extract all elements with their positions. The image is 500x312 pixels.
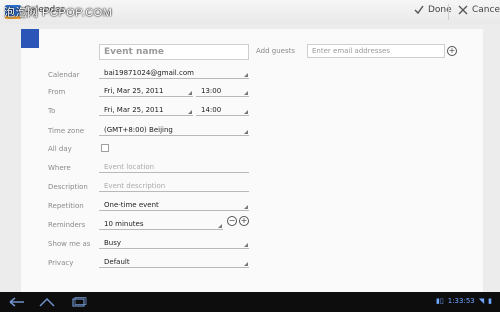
calendar-spinner[interactable]: bai19871024@gmail.com <box>99 67 249 79</box>
where-label: Where <box>48 164 71 172</box>
guests-input[interactable]: Enter email addresses <box>307 44 445 58</box>
recent-apps-icon[interactable] <box>70 296 88 308</box>
repetition-spinner[interactable]: One-time event <box>99 199 249 211</box>
add-reminder-icon[interactable]: + <box>239 216 249 226</box>
done-button[interactable]: Done <box>414 5 452 15</box>
cancel-button[interactable]: Cancel <box>458 5 500 15</box>
to-label: To <box>48 107 56 115</box>
showme-spinner[interactable]: Busy <box>99 237 249 249</box>
description-input[interactable]: Event description <box>99 180 249 192</box>
allday-label: All day <box>48 145 72 153</box>
check-icon <box>414 5 424 15</box>
status-clock: 1:33:53 <box>447 297 475 305</box>
timezone-spinner[interactable]: (GMT+8:00) Beijing <box>99 124 249 136</box>
calendar-color-swatch <box>21 29 39 48</box>
to-date-spinner[interactable]: Fri, Mar 25, 2011 <box>99 104 193 116</box>
timezone-label: Time zone <box>48 127 85 135</box>
watermark-text: 泡泡网 PCPOP.COM <box>4 7 113 19</box>
wifi-icon: ◥ <box>478 297 485 305</box>
reminders-spinner[interactable]: 10 minutes <box>99 218 223 230</box>
allday-checkbox[interactable] <box>101 144 109 152</box>
from-date-spinner[interactable]: Fri, Mar 25, 2011 <box>99 85 193 97</box>
home-icon[interactable] <box>38 296 56 308</box>
action-bar: Calendar 泡泡网 PCPOP.COM Done Cancel <box>0 0 500 25</box>
calendar-label: Calendar <box>48 71 80 79</box>
to-time-spinner[interactable]: 14:00 <box>196 104 249 116</box>
close-icon <box>458 5 468 15</box>
event-sheet <box>21 29 483 294</box>
where-input[interactable]: Event location <box>99 161 249 173</box>
action-divider <box>448 4 449 20</box>
description-label: Description <box>48 183 88 191</box>
status-area[interactable]: ▮▯ 1:33:53 ◥ ▮ <box>436 297 492 305</box>
back-icon[interactable] <box>8 296 26 308</box>
privacy-label: Privacy <box>48 259 74 267</box>
battery-icon: ▮ <box>488 297 492 305</box>
add-guests-label: Add guests <box>256 47 296 55</box>
cancel-label: Cancel <box>472 5 500 15</box>
add-guest-icon[interactable]: + <box>447 46 457 56</box>
privacy-spinner[interactable]: Default <box>99 256 249 268</box>
showme-label: Show me as <box>48 240 91 248</box>
notification-icon: ▮▯ <box>436 297 444 305</box>
repetition-label: Repetition <box>48 202 84 210</box>
from-label: From <box>48 88 66 96</box>
event-name-input[interactable]: Event name <box>99 44 249 60</box>
from-time-spinner[interactable]: 13:00 <box>196 85 249 97</box>
reminders-label: Reminders <box>48 221 86 229</box>
remove-reminder-icon[interactable]: − <box>227 216 237 226</box>
system-nav-bar: ▮▯ 1:33:53 ◥ ▮ <box>0 292 500 312</box>
